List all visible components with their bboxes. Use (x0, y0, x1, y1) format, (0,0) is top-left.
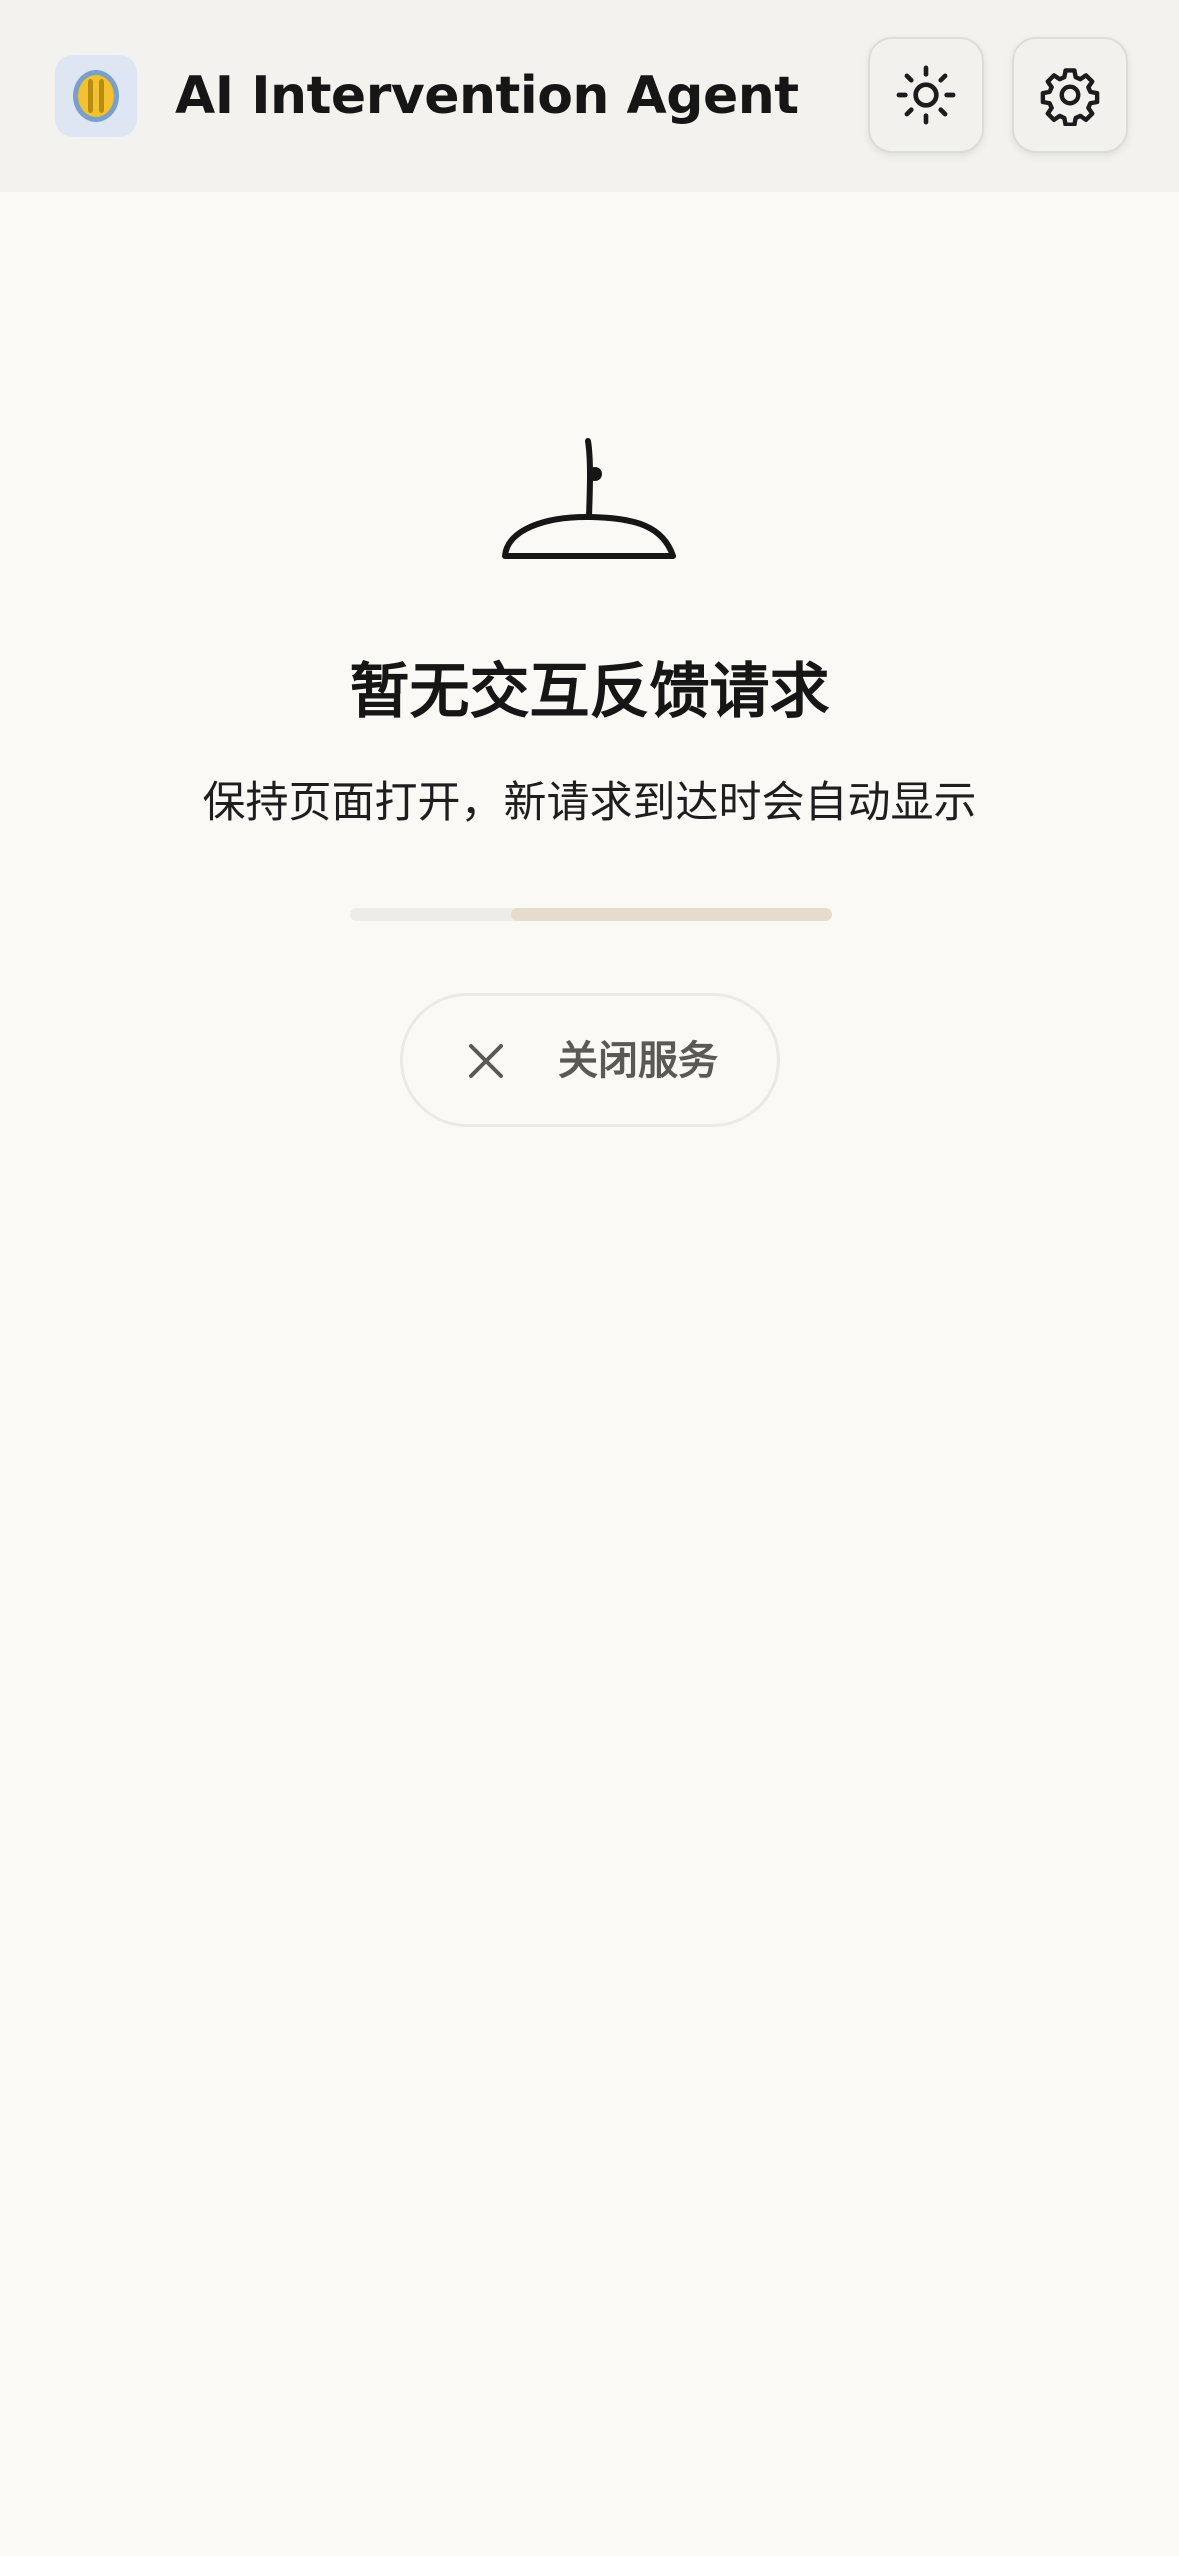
empty-state-subtitle: 保持页面打开，新请求到达时会自动显示 (202, 778, 977, 828)
app-header: AI Intervention Agent (0, 0, 1179, 192)
loading-progress-fill (511, 908, 832, 921)
close-icon (469, 1044, 503, 1078)
gear-icon (1040, 68, 1100, 126)
close-service-label: 关闭服务 (558, 1038, 718, 1084)
sun-icon (896, 65, 956, 125)
empty-tray-icon (502, 438, 676, 559)
settings-button[interactable] (1012, 37, 1128, 153)
empty-state-title: 暂无交互反馈请求 (349, 657, 830, 727)
theme-toggle-button[interactable] (868, 37, 984, 153)
loading-progress-bar (350, 908, 832, 921)
app-title: AI Intervention Agent (175, 66, 799, 126)
close-service-button[interactable]: 关闭服务 (400, 993, 780, 1127)
app-logo-icon (55, 55, 137, 137)
